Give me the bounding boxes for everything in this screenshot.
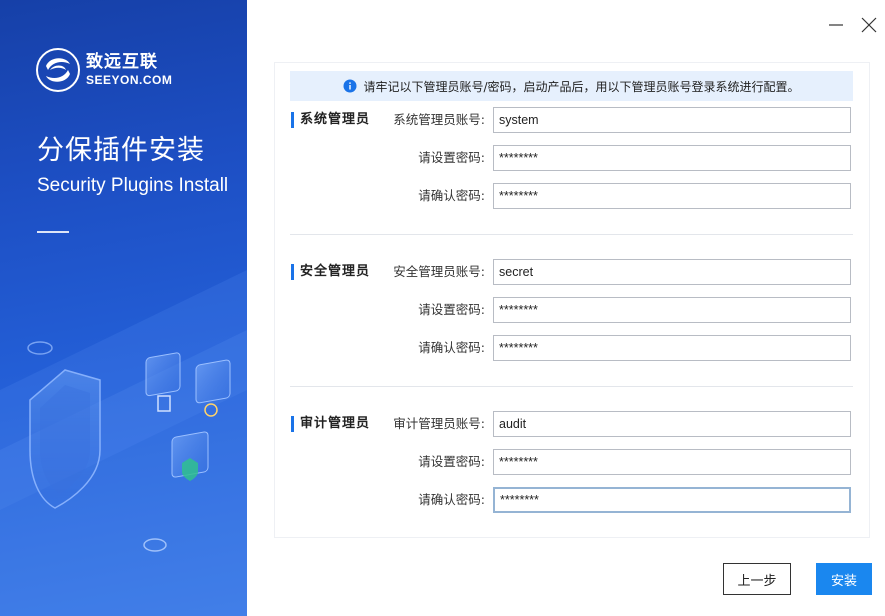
system-admin-confirm-input[interactable] [493,183,851,209]
minus-icon [829,24,843,26]
security-admin-account-input[interactable] [493,259,851,285]
brand-name-cn: 致远互联 [86,52,158,72]
brand-name-en: SEEYON.COM [86,73,173,87]
system-admin-account-label: 系统管理员账号: [393,112,485,127]
install-button[interactable]: 安装 [816,563,872,595]
system-admin-password-input[interactable] [493,145,851,171]
product-title: 分保插件安装 [37,135,205,166]
brand: 致远互联 SEEYON.COM [36,48,172,92]
section-divider [290,386,853,387]
security-admin-account-label: 安全管理员账号: [393,264,485,279]
audit-admin-account-label: 审计管理员账号: [393,416,485,431]
info-icon [343,79,357,93]
notice-bar: 请牢记以下管理员账号/密码，启动产品后，用以下管理员账号登录系统进行配置。 [290,71,853,101]
security-admin-password-input[interactable] [493,297,851,323]
audit-admin-account-input[interactable] [493,411,851,437]
system-admin-confirm-label: 请确认密码: [418,188,485,203]
audit-admin-password-label: 请设置密码: [418,454,485,469]
security-admin-confirm-label: 请确认密码: [418,340,485,355]
product-subtitle: Security Plugins Install [37,175,229,196]
audit-admin-password-input[interactable] [493,449,851,475]
title-underline [37,231,69,233]
system-admin-account-input[interactable] [493,107,851,133]
audit-admin-confirm-input[interactable] [493,487,851,513]
prev-step-button[interactable]: 上一步 [723,563,791,595]
close-button[interactable] [858,14,880,36]
audit-admin-confirm-label: 请确认密码: [418,492,485,507]
notice-text: 请牢记以下管理员账号/密码，启动产品后，用以下管理员账号登录系统进行配置。 [363,79,800,94]
security-admin-password-label: 请设置密码: [418,302,485,317]
minimize-button[interactable] [825,14,847,36]
section-divider [290,234,853,235]
security-admin-confirm-input[interactable] [493,335,851,361]
security-illustration [0,270,247,616]
system-admin-password-label: 请设置密码: [418,150,485,165]
close-icon [861,17,877,33]
seeyon-logo-icon [36,48,80,92]
left-banner: 致远互联 SEEYON.COM 分保插件安装 Security Plugins … [0,0,247,616]
